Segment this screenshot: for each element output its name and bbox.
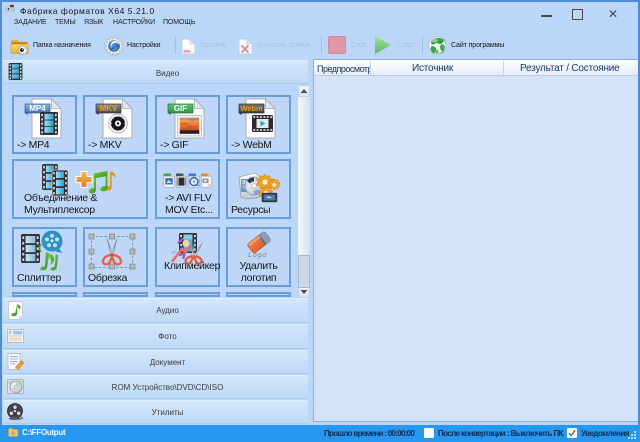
svg-text:GIF: GIF xyxy=(174,104,187,113)
svg-text:MP4: MP4 xyxy=(29,104,46,113)
svg-text:MKV: MKV xyxy=(100,104,118,113)
svg-text:Webm: Webm xyxy=(240,104,263,113)
svg-text:Logo: Logo xyxy=(248,252,267,259)
